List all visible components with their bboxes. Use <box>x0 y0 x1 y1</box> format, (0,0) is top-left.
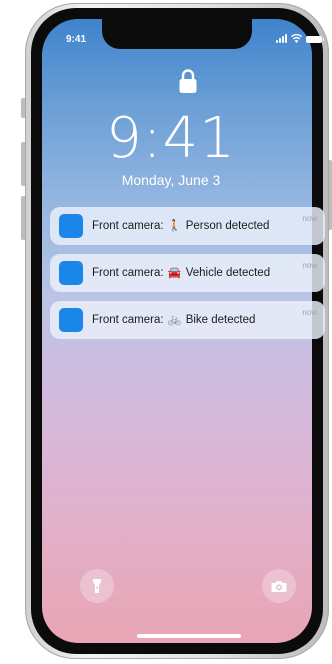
app-icon <box>59 261 83 285</box>
battery-icon <box>306 36 324 43</box>
notification-time: now <box>302 261 317 270</box>
notification-prefix: Front camera: <box>92 220 164 232</box>
camera-icon <box>271 580 287 592</box>
notification-label: Bike detected <box>185 314 256 326</box>
notification-vehicle[interactable]: Front camera: 🚘 Vehicle detected now <box>50 254 325 292</box>
notification-text: Front camera: 🚲 Bike detected <box>92 313 255 326</box>
lock-date: Monday, June 3 <box>121 172 221 188</box>
app-icon <box>59 308 83 332</box>
home-indicator[interactable] <box>137 634 241 638</box>
page: 9:41 9:41 Monday, June 3 Front camera: � <box>0 0 332 664</box>
notification-time: now <box>302 214 317 223</box>
car-icon: 🚘 <box>167 267 182 279</box>
lock-clock: 9:41 <box>106 106 236 171</box>
notification-person[interactable]: Front camera: 🚶 Person detected now <box>50 207 325 245</box>
notification-label: Person detected <box>185 220 270 232</box>
flashlight-button[interactable] <box>80 569 114 603</box>
notification-label: Vehicle detected <box>185 267 271 279</box>
camera-button[interactable] <box>262 569 296 603</box>
bicycle-icon: 🚲 <box>167 314 182 326</box>
notification-text: Front camera: 🚶 Person detected <box>92 219 269 232</box>
app-icon <box>59 214 83 238</box>
notification-time: now <box>302 308 317 317</box>
flashlight-icon <box>93 579 101 593</box>
notification-prefix: Front camera: <box>92 314 164 326</box>
notification-prefix: Front camera: <box>92 267 164 279</box>
notification-bike[interactable]: Front camera: 🚲 Bike detected now <box>50 301 325 339</box>
notification-text: Front camera: 🚘 Vehicle detected <box>92 266 270 279</box>
person-walking-icon: 🚶 <box>167 220 182 232</box>
